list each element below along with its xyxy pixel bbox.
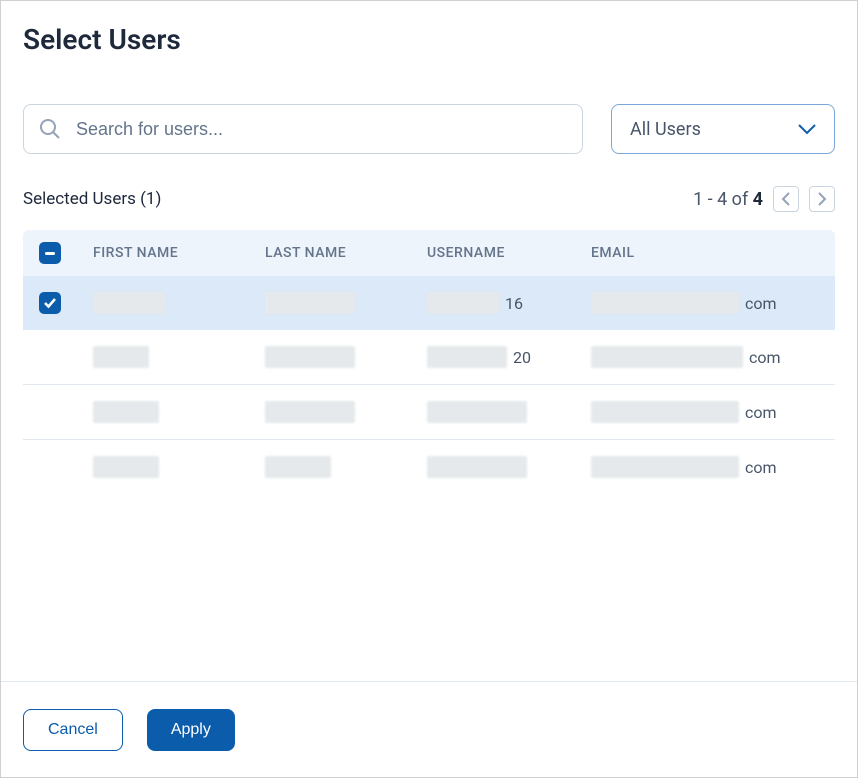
dialog-footer: Cancel Apply bbox=[1, 681, 857, 777]
last-name-cell bbox=[265, 401, 355, 423]
dialog-title: Select Users bbox=[23, 23, 835, 56]
search-input[interactable] bbox=[76, 119, 568, 140]
column-header-email[interactable]: EMAIL bbox=[591, 245, 819, 261]
next-page-button[interactable] bbox=[809, 186, 835, 212]
prev-page-button[interactable] bbox=[773, 186, 799, 212]
column-header-last-name[interactable]: LAST NAME bbox=[265, 245, 427, 261]
email-suffix: com bbox=[745, 294, 777, 313]
last-name-cell bbox=[265, 456, 331, 478]
table-row[interactable]: 20 com bbox=[23, 330, 835, 385]
table-row[interactable]: com bbox=[23, 440, 835, 494]
user-table: FIRST NAME LAST NAME USERNAME EMAIL 16 c… bbox=[23, 230, 835, 494]
table-row[interactable]: com bbox=[23, 385, 835, 440]
username-cell bbox=[427, 456, 527, 478]
table-row[interactable]: 16 com bbox=[23, 276, 835, 330]
filter-selected-label: All Users bbox=[630, 119, 701, 140]
email-suffix: com bbox=[745, 403, 777, 422]
username-suffix: 16 bbox=[505, 294, 523, 313]
pagination: 1 - 4 of 4 bbox=[693, 186, 835, 212]
chevron-left-icon bbox=[781, 192, 791, 206]
email-suffix: com bbox=[749, 348, 781, 367]
first-name-cell bbox=[93, 401, 159, 423]
email-cell bbox=[591, 401, 739, 423]
username-cell bbox=[427, 292, 499, 314]
email-cell bbox=[591, 456, 739, 478]
last-name-cell bbox=[265, 292, 355, 314]
column-header-first-name[interactable]: FIRST NAME bbox=[93, 245, 265, 261]
search-field[interactable] bbox=[23, 104, 583, 154]
table-header: FIRST NAME LAST NAME USERNAME EMAIL bbox=[23, 230, 835, 276]
first-name-cell bbox=[93, 456, 159, 478]
apply-button[interactable]: Apply bbox=[147, 709, 235, 751]
email-cell bbox=[591, 346, 743, 368]
search-icon bbox=[38, 117, 62, 141]
check-icon bbox=[43, 296, 57, 310]
row-checkbox[interactable] bbox=[39, 292, 61, 314]
cancel-button[interactable]: Cancel bbox=[23, 709, 123, 751]
username-cell bbox=[427, 401, 527, 423]
first-name-cell bbox=[93, 292, 165, 314]
username-cell bbox=[427, 346, 507, 368]
last-name-cell bbox=[265, 346, 355, 368]
column-header-username[interactable]: USERNAME bbox=[427, 245, 591, 261]
selected-count-label: Selected Users (1) bbox=[23, 189, 161, 209]
email-cell bbox=[591, 292, 739, 314]
first-name-cell bbox=[93, 346, 149, 368]
chevron-down-icon bbox=[798, 123, 816, 135]
email-suffix: com bbox=[745, 458, 777, 477]
select-all-checkbox[interactable] bbox=[39, 242, 61, 264]
filter-dropdown[interactable]: All Users bbox=[611, 104, 835, 154]
username-suffix: 20 bbox=[513, 348, 531, 367]
pagination-text: 1 - 4 of 4 bbox=[693, 189, 763, 210]
chevron-right-icon bbox=[817, 192, 827, 206]
